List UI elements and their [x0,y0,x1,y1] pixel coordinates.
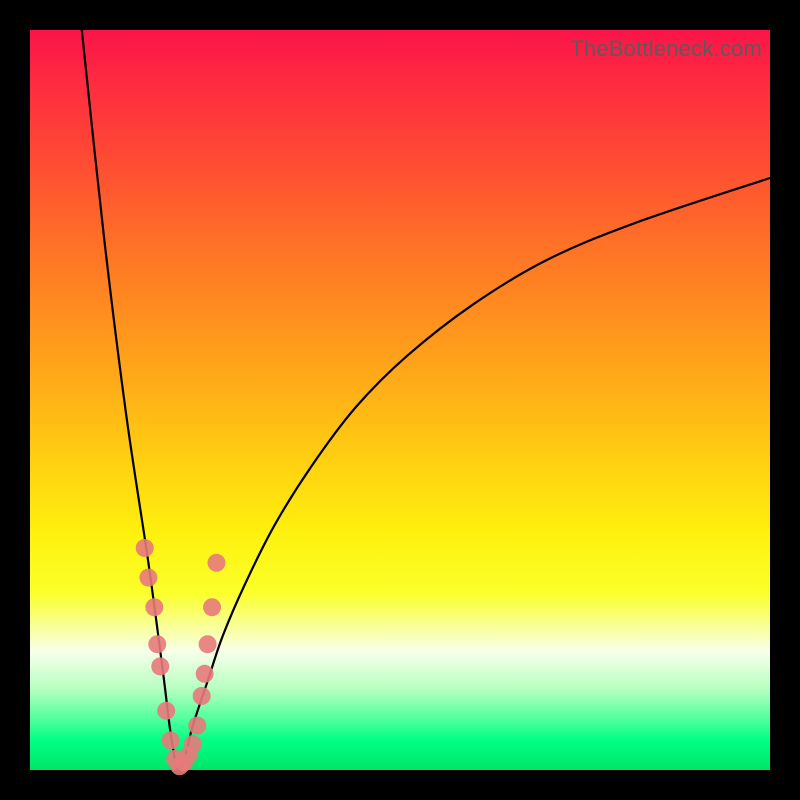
data-marker [145,598,163,616]
data-marker [207,554,225,572]
data-marker [188,717,206,735]
plot-area: TheBottleneck.com [30,30,770,770]
data-marker [157,702,175,720]
data-marker [203,598,221,616]
data-marker [199,635,217,653]
curve-path [82,30,770,771]
data-marker [139,569,157,587]
curve-markers [136,539,226,775]
data-marker [151,657,169,675]
data-marker [196,665,214,683]
outer-frame: TheBottleneck.com [0,0,800,800]
bottleneck-curve [30,30,770,770]
data-marker [162,731,180,749]
data-marker [193,687,211,705]
data-marker [136,539,154,557]
data-marker [148,635,166,653]
data-marker [184,735,202,753]
